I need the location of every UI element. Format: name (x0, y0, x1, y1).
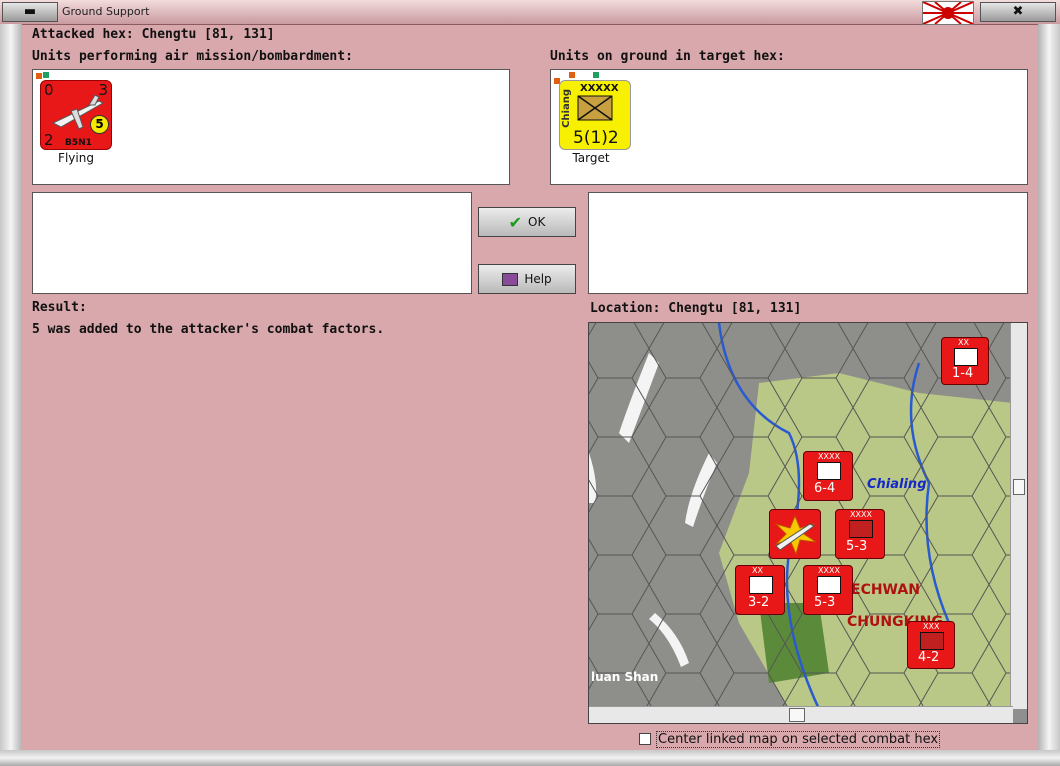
attacked-hex-label: Attacked hex: Chengtu [81, 131] (32, 27, 275, 42)
unit-marker-icon (43, 72, 49, 78)
bombardment-value-badge: 5 (90, 115, 109, 134)
result-text: 5 was added to the attacker's combat fac… (32, 322, 385, 337)
counter-size: XXXX (818, 452, 840, 461)
bombing-explosion-icon (774, 514, 817, 556)
map-vertical-scrollbar[interactable] (1010, 323, 1027, 709)
map-label-chialing: Chialing (867, 477, 927, 492)
center-map-checkbox[interactable] (639, 733, 651, 745)
attackers-panel: 0 3 2 5 B5N1 Flying (32, 69, 510, 185)
unit-type-label: B5N1 (65, 138, 92, 148)
window-frame-right[interactable] (1038, 24, 1060, 766)
attackers-label: Units performing air mission/bombardment… (32, 49, 353, 64)
counter-value: 6-4 (814, 481, 836, 496)
map-unit-counter[interactable]: XXXX 6-4 (803, 451, 853, 501)
checkmark-icon: ✔ (508, 212, 523, 232)
counter-size: XX (752, 566, 763, 575)
counter-size: XX (958, 338, 969, 347)
infantry-icon (577, 95, 613, 121)
help-book-icon (502, 272, 519, 286)
counter-size: XXX (923, 622, 940, 631)
unit-strength: 5(1)2 (573, 128, 619, 148)
ok-button-label: OK (528, 215, 546, 229)
map-label-szechwan: ECHWAN (851, 582, 920, 598)
map-unit-counter[interactable]: XXXX 5-3 (835, 509, 885, 559)
mountain-infantry-icon (817, 576, 841, 594)
title-bar: ▬ Ground Support ✖ (0, 0, 1060, 25)
counter-size: XXXX (818, 566, 840, 575)
unit-range: 2 (44, 131, 54, 149)
defenders-panel: Chiang XXXXX 5(1)2 Target (550, 69, 1028, 185)
map-label-mountains: luan Shan (591, 670, 659, 684)
map-unit-counter[interactable]: XX 1-4 (941, 337, 989, 385)
hq-icon (749, 576, 773, 594)
unit-marker-icon (593, 72, 599, 78)
counter-value: 1-4 (952, 366, 974, 381)
infantry-icon (920, 632, 944, 650)
counter-value: 5-3 (846, 539, 868, 554)
naval-infantry-icon (954, 348, 978, 366)
counter-value: 5-3 (814, 595, 836, 610)
ok-button[interactable]: ✔ OK (478, 207, 576, 237)
location-label: Location: Chengtu [81, 131] (590, 301, 802, 316)
counter-size: XXXX (850, 510, 872, 519)
map-bomber-counter[interactable] (769, 509, 821, 559)
map-horizontal-scrollbar[interactable] (589, 706, 1013, 723)
close-button[interactable]: ✖ (980, 2, 1056, 22)
window-frame-left (0, 24, 22, 766)
counter-value: 4-2 (918, 650, 940, 665)
counter-value: 3-2 (748, 595, 770, 610)
chinese-army-unit-card[interactable]: Chiang XXXXX 5(1)2 (559, 80, 631, 150)
infantry-icon (817, 462, 841, 480)
map-unit-counter[interactable]: XXX 4-2 (907, 621, 955, 669)
window-frame-bottom[interactable] (0, 750, 1060, 766)
japan-flag-icon (922, 1, 974, 25)
map-unit-counter[interactable]: XX 3-2 (735, 565, 785, 615)
unit-marker-icon (36, 73, 42, 79)
bomber-unit-card[interactable]: 0 3 2 5 B5N1 (40, 80, 112, 150)
window-title: Ground Support (62, 5, 150, 18)
attacker-status: Flying (58, 151, 94, 165)
defenders-label: Units on ground in target hex: (550, 49, 785, 64)
attacker-details-panel (32, 192, 472, 294)
unit-size-label: XXXXX (580, 83, 619, 94)
center-map-label[interactable]: Center linked map on selected combat hex (656, 731, 941, 748)
help-button[interactable]: Help (478, 264, 576, 294)
vertical-scroll-thumb[interactable] (1013, 479, 1025, 495)
map-unit-counter[interactable]: XXXX 5-3 (803, 565, 853, 615)
system-menu-button[interactable]: ▬ (2, 2, 58, 22)
unit-marker-icon (569, 72, 575, 78)
unit-owner-label: Chiang (561, 89, 572, 128)
result-label: Result: (32, 300, 87, 315)
help-button-label: Help (524, 272, 552, 286)
defender-status: Target (572, 151, 610, 165)
location-map[interactable]: Chialing ECHWAN CHUNGKING luan Shan XXXX… (588, 322, 1028, 724)
horizontal-scroll-thumb[interactable] (789, 708, 805, 722)
defender-details-panel (588, 192, 1028, 294)
infantry-icon (849, 520, 873, 538)
